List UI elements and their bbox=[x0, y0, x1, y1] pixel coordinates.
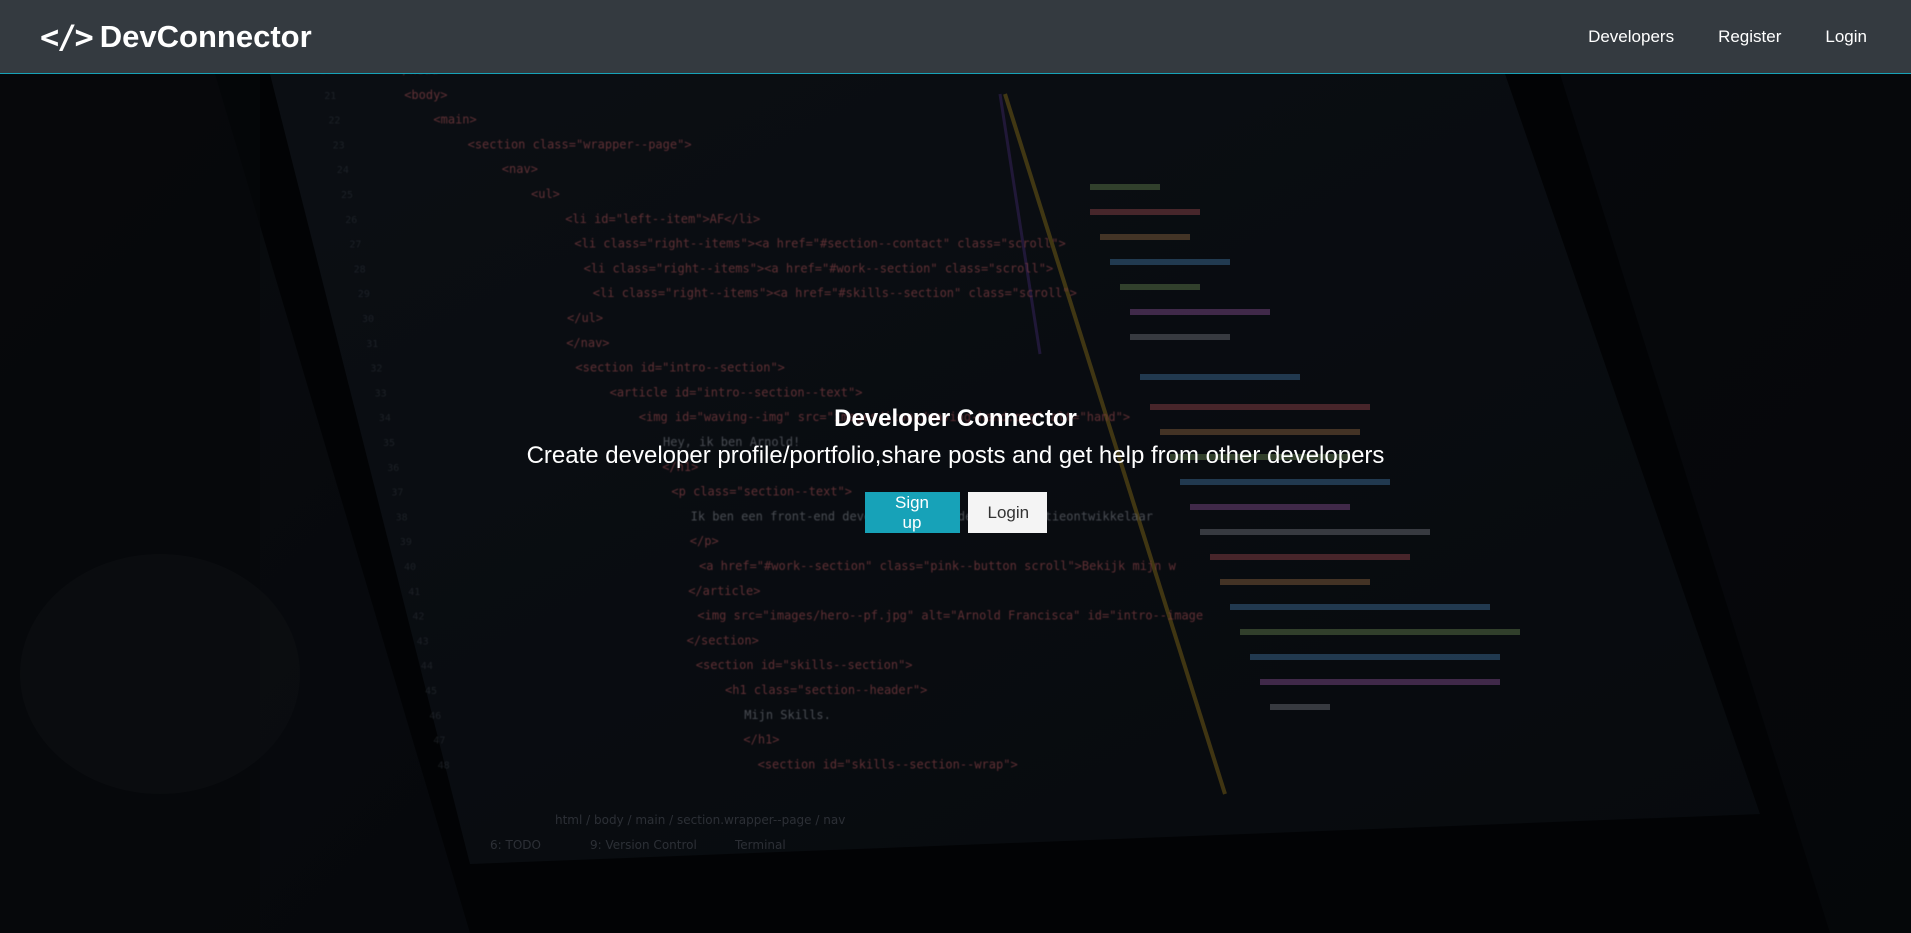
navbar: </> DevConnector Developers Register Log… bbox=[0, 0, 1911, 74]
page-lead: Create developer profile/portfolio,share… bbox=[526, 442, 1385, 469]
page-title: Developer Connector bbox=[834, 405, 1077, 432]
code-icon: </> bbox=[40, 17, 94, 56]
brand-link[interactable]: </> DevConnector bbox=[40, 18, 312, 56]
nav-link-login[interactable]: Login bbox=[1825, 27, 1867, 47]
landing-inner: Developer Connector Create developer pro… bbox=[0, 0, 1911, 933]
signup-button[interactable]: Sign up bbox=[864, 492, 960, 533]
nav-link-developers[interactable]: Developers bbox=[1588, 27, 1674, 47]
brand-title: DevConnector bbox=[99, 18, 312, 54]
nav-links: Developers Register Login bbox=[1544, 27, 1867, 47]
login-button[interactable]: Login bbox=[967, 492, 1047, 533]
hero-buttons: Sign up Login bbox=[0, 492, 1911, 533]
nav-link-register[interactable]: Register bbox=[1718, 27, 1781, 47]
